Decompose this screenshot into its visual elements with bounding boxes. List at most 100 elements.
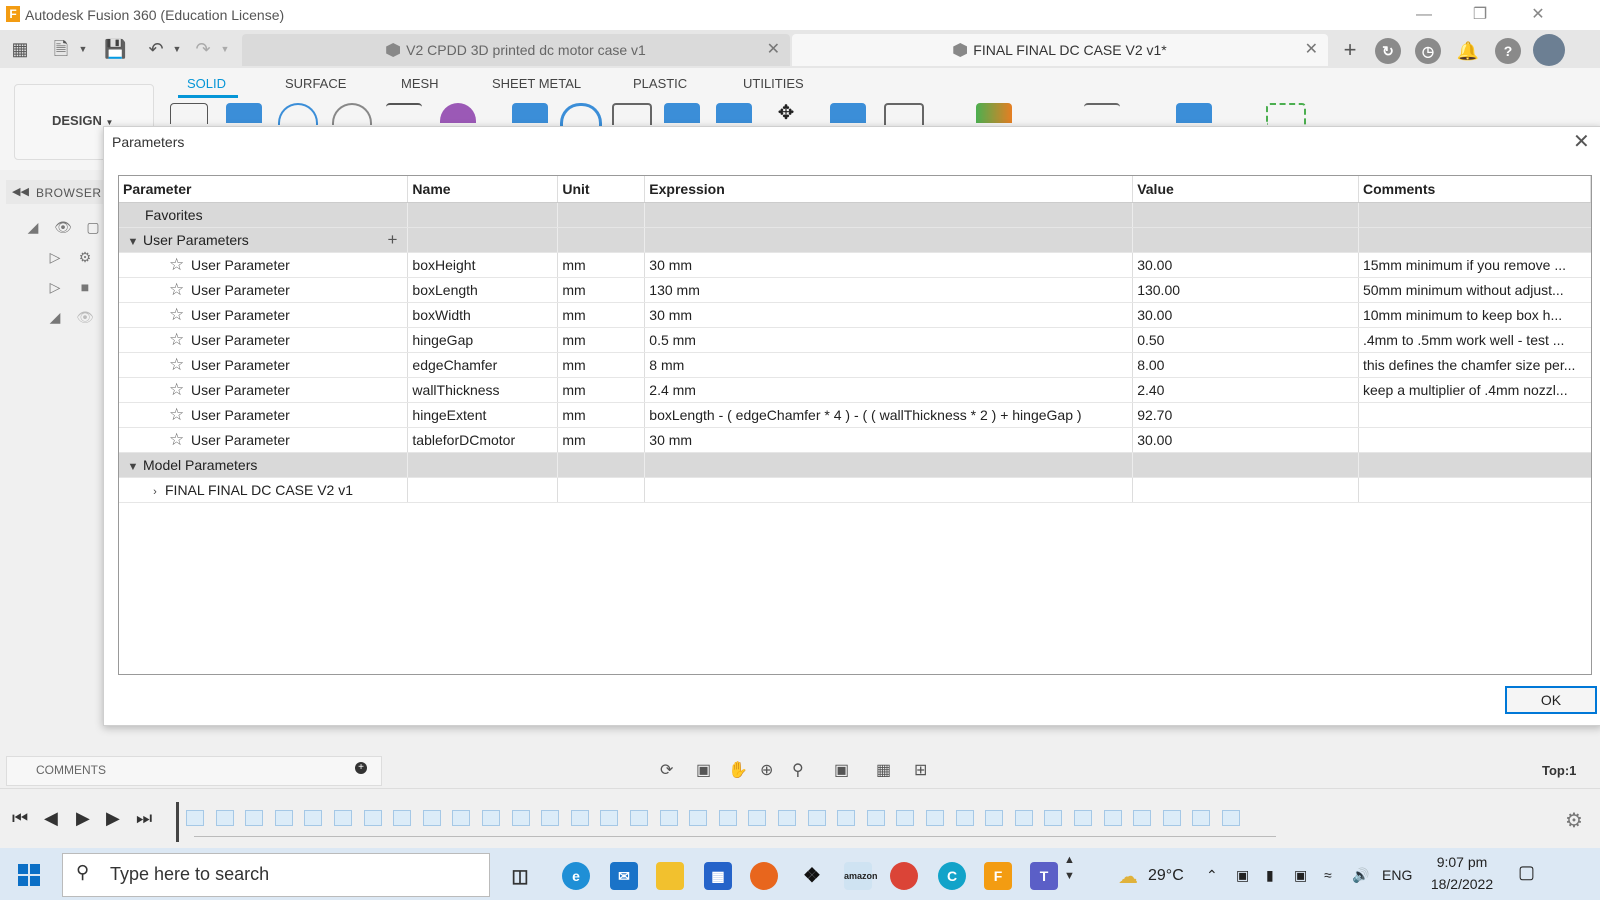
file-icon[interactable]: 🗎 bbox=[50, 38, 72, 60]
cell-comment[interactable]: 10mm minimum to keep box h... bbox=[1358, 302, 1591, 328]
timeline-feature-icon[interactable] bbox=[482, 810, 500, 826]
cell-name[interactable]: hingeExtent bbox=[407, 402, 559, 428]
timeline-feature-icon[interactable] bbox=[215, 810, 234, 826]
cell-comment[interactable] bbox=[1358, 402, 1591, 428]
cell-name[interactable]: wallThickness bbox=[407, 377, 559, 403]
look-at-icon[interactable]: ▣ bbox=[696, 760, 711, 780]
cell-name[interactable]: boxLength bbox=[407, 277, 559, 303]
zoom-window-icon[interactable]: ⚲ bbox=[792, 760, 804, 780]
table-row[interactable]: ☆ User Parameter boxHeight mm 30 mm 30.00 15mm… bbox=[119, 252, 1591, 278]
timeline-feature-icon[interactable] bbox=[1192, 810, 1211, 826]
zoom-icon[interactable]: ⊕ bbox=[760, 760, 773, 780]
cell-expr[interactable]: 0.5 mm bbox=[644, 327, 1134, 353]
model-row[interactable]: › FINAL FINAL DC CASE V2 v1 bbox=[119, 477, 1591, 503]
table-row[interactable]: ☆ User Parameter hingeGap mm 0.5 mm 0.50.4mm … bbox=[119, 327, 1591, 353]
timeline-marker[interactable] bbox=[176, 802, 179, 842]
favorite-star-icon[interactable]: ☆ bbox=[169, 280, 191, 300]
wifi-icon[interactable]: ≈ bbox=[1324, 867, 1332, 883]
favorite-star-icon[interactable]: ☆ bbox=[169, 305, 191, 325]
hidden-eye-icon[interactable]: 👁 bbox=[76, 308, 94, 326]
pan-hand-icon[interactable]: ✋ bbox=[728, 760, 748, 780]
extrude-icon[interactable] bbox=[226, 103, 262, 123]
favorite-star-icon[interactable]: ☆ bbox=[169, 255, 191, 275]
weather-temperature[interactable]: 29°C bbox=[1148, 867, 1184, 885]
timeline-feature-icon[interactable] bbox=[274, 810, 293, 826]
dropbox-icon[interactable]: ❖ bbox=[798, 862, 826, 890]
cell-expr[interactable]: 30 mm bbox=[644, 302, 1134, 328]
undo-dropdown-icon[interactable]: ▼ bbox=[166, 38, 188, 60]
timeline-feature-icon[interactable] bbox=[511, 810, 530, 826]
tab-solid[interactable]: SOLID bbox=[187, 76, 226, 91]
cell-expr[interactable]: 30 mm bbox=[644, 252, 1134, 278]
close-tab-icon[interactable]: ✕ bbox=[767, 34, 780, 66]
volume-icon[interactable]: 🔊 bbox=[1352, 867, 1369, 884]
cell-comment[interactable]: 15mm minimum if you remove ... bbox=[1358, 252, 1591, 278]
firefox-icon[interactable] bbox=[750, 862, 778, 890]
c-app-icon[interactable]: C bbox=[938, 862, 966, 890]
scroll-arrows-icon[interactable]: ▲ ▼ bbox=[1064, 852, 1075, 884]
column-header[interactable]: Comments bbox=[1358, 176, 1592, 203]
cell-comment[interactable]: 50mm minimum without adjust... bbox=[1358, 277, 1591, 303]
display-settings-icon[interactable]: ▣ bbox=[834, 760, 849, 780]
orbit-icon[interactable]: ⟳ bbox=[660, 760, 673, 780]
favorite-star-icon[interactable]: ☆ bbox=[169, 430, 191, 450]
fusion-360-taskbar-icon[interactable]: F bbox=[984, 862, 1012, 890]
expand-arrow-icon[interactable]: ▷ bbox=[46, 278, 64, 296]
battery-icon[interactable]: ▮ bbox=[1266, 867, 1274, 884]
column-header[interactable]: Expression bbox=[644, 176, 1134, 203]
timeline-feature-icon[interactable] bbox=[718, 810, 737, 826]
cell-name[interactable]: boxWidth bbox=[407, 302, 559, 328]
loft-icon[interactable] bbox=[386, 103, 422, 125]
favorite-star-icon[interactable]: ☆ bbox=[169, 355, 191, 375]
cell-expr[interactable]: 2.4 mm bbox=[644, 377, 1134, 403]
timeline-feature-icon[interactable] bbox=[748, 810, 767, 826]
minimize-button[interactable]: — bbox=[1404, 4, 1444, 26]
column-header[interactable]: Unit bbox=[557, 176, 646, 203]
favorite-star-icon[interactable]: ☆ bbox=[169, 330, 191, 350]
timeline-feature-icon[interactable] bbox=[955, 810, 974, 826]
table-row[interactable]: ☆ User Parameter edgeChamfer mm 8 mm 8.00 this… bbox=[119, 352, 1591, 378]
select-icon[interactable] bbox=[1176, 103, 1212, 123]
inspect-icon[interactable] bbox=[884, 103, 924, 125]
tab-plastic[interactable]: PLASTIC bbox=[633, 76, 687, 91]
timeline-feature-icon[interactable] bbox=[1162, 810, 1181, 826]
file-dropdown-icon[interactable]: ▼ bbox=[72, 38, 94, 60]
move-icon[interactable]: ✥ bbox=[768, 103, 804, 123]
group-row-favorites[interactable]: Favorites bbox=[119, 202, 1591, 228]
visibility-eye-icon[interactable]: 👁 bbox=[54, 218, 72, 236]
undo-icon[interactable]: ↶ bbox=[145, 38, 167, 60]
timeline-feature-icon[interactable] bbox=[896, 810, 915, 826]
column-header[interactable]: Parameter bbox=[119, 176, 409, 203]
tab-mesh[interactable]: MESH bbox=[401, 76, 439, 91]
close-dialog-icon[interactable]: ✕ bbox=[1573, 129, 1590, 154]
table-row[interactable]: ☆ User Parameter boxLength mm 130 mm 130.00 50… bbox=[119, 277, 1591, 303]
tab-surface[interactable]: SURFACE bbox=[285, 76, 346, 91]
table-row[interactable]: ☆ User Parameter boxWidth mm 30 mm 30.00 10mm … bbox=[119, 302, 1591, 328]
timeline-feature-icon[interactable] bbox=[985, 810, 1004, 826]
task-view-icon[interactable]: ◫ bbox=[506, 862, 534, 890]
redo-dropdown-icon[interactable]: ▼ bbox=[214, 38, 236, 60]
cell-name[interactable]: edgeChamfer bbox=[407, 352, 559, 378]
favorite-star-icon[interactable]: ☆ bbox=[169, 380, 191, 400]
tab-utilities[interactable]: UTILITIES bbox=[743, 76, 804, 91]
timeline-feature-icon[interactable] bbox=[1133, 810, 1152, 826]
timeline-feature-icon[interactable] bbox=[1074, 810, 1092, 826]
timeline-feature-icon[interactable] bbox=[304, 810, 323, 826]
timeline-feature-icon[interactable] bbox=[245, 810, 264, 826]
group-row-model-parameters[interactable]: ▼ Model Parameters bbox=[119, 452, 1591, 478]
chamfer-icon[interactable] bbox=[612, 103, 652, 125]
windows-start-icon[interactable] bbox=[18, 864, 40, 886]
help-icon[interactable]: ? bbox=[1495, 38, 1521, 64]
create-sketch-icon[interactable] bbox=[170, 103, 208, 124]
add-parameter-icon[interactable]: + bbox=[387, 230, 397, 250]
cell-name[interactable]: boxHeight bbox=[407, 252, 559, 278]
grid-menu-icon[interactable]: ▦ bbox=[9, 38, 31, 60]
save-icon[interactable]: 💾 bbox=[104, 38, 126, 60]
amazon-icon[interactable]: amazon bbox=[844, 862, 878, 890]
new-tab-icon[interactable]: + bbox=[1336, 34, 1364, 66]
combine-icon[interactable] bbox=[716, 103, 752, 123]
timeline-feature-icon[interactable] bbox=[363, 810, 382, 826]
timeline-feature-icon[interactable] bbox=[186, 810, 204, 826]
collapse-icon[interactable]: ◀◀ bbox=[12, 185, 29, 198]
language-indicator[interactable]: ENG bbox=[1382, 867, 1412, 883]
